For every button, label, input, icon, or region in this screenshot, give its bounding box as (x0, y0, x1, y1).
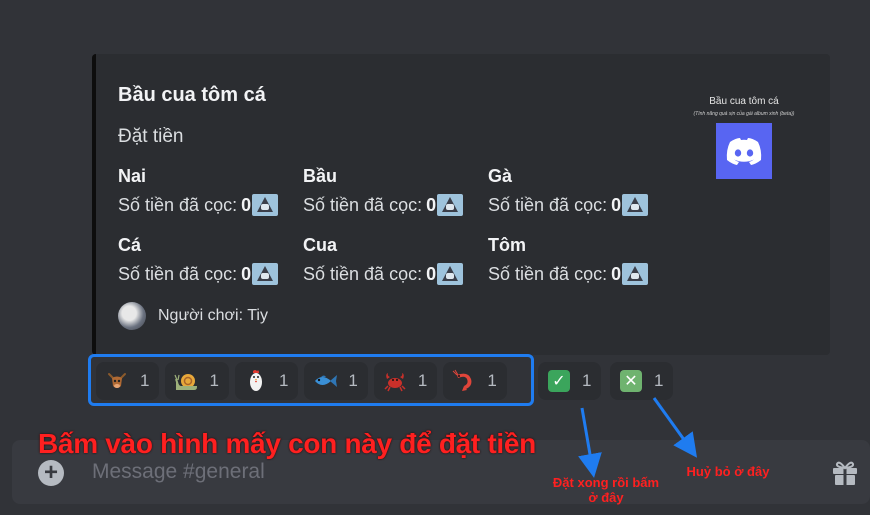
embed-thumbnail[interactable]: Bầu cua tôm cá (Tính năng quá xịn của gá… (688, 96, 800, 179)
field-amount: 0 (426, 194, 437, 215)
field-label: Số tiền đã cọc: (303, 194, 423, 215)
field-ga: Gà Số tiền đã cọc: 0 (488, 166, 678, 216)
reaction-count: 1 (417, 371, 428, 390)
thumbnail-subtitle: (Tính năng quá xịn của gái album xinh (b… (693, 111, 795, 117)
reaction-nai[interactable]: 1 (96, 362, 160, 400)
coin-icon (437, 194, 464, 216)
avatar[interactable] (118, 302, 146, 330)
field-name: Bầu (303, 166, 338, 186)
field-nai: Nai Số tiền đã cọc: 0 (118, 166, 308, 216)
field-bau: Bầu Số tiền đã cọc: 0 (303, 166, 493, 216)
reaction-count: 1 (654, 371, 664, 390)
reaction-count: 1 (487, 371, 497, 390)
gift-icon[interactable] (830, 457, 860, 487)
annotation-confirm-line2: ở đây (588, 490, 624, 505)
deer-icon (104, 368, 130, 394)
field-value: Số tiền đã cọc: 0 (118, 263, 308, 285)
embed-description: Đặt tiền (118, 126, 184, 147)
reaction-count: 1 (140, 371, 150, 390)
confirm-reaction[interactable]: ✓ 1 (538, 362, 602, 400)
crab-icon (382, 368, 408, 394)
reaction-ca[interactable]: 1 (304, 362, 368, 400)
annotation-confirm: Đặt xong rồi bấm ở đây (542, 475, 670, 505)
field-name: Cá (118, 235, 142, 255)
field-name: Gà (488, 166, 513, 186)
cross-icon: ✕ (618, 368, 644, 394)
check-icon: ✓ (546, 368, 572, 394)
embed-title: Bầu cua tôm cá (118, 84, 266, 106)
reaction-bar: 1 1 1 1 1 1 (96, 362, 507, 400)
discord-logo-icon (716, 123, 772, 179)
reaction-ga[interactable]: 1 (234, 362, 299, 400)
reaction-cua[interactable]: 1 (373, 362, 438, 400)
annotation-confirm-line1: Đặt xong rồi bấm (552, 475, 660, 490)
footer-text: Người chơi: Tiy (158, 307, 268, 324)
field-label: Số tiền đã cọc: (303, 263, 423, 284)
message-input[interactable]: Message #general (92, 460, 265, 484)
coin-icon (252, 194, 279, 216)
cancel-reaction[interactable]: ✕ 1 (610, 362, 674, 400)
fish-icon (312, 368, 338, 394)
add-attachment-button[interactable]: + (38, 460, 64, 486)
field-label: Số tiền đã cọc: (118, 194, 238, 215)
reaction-tom[interactable]: 1 (443, 362, 507, 400)
check-glyph: ✓ (548, 370, 570, 392)
coin-icon (252, 263, 279, 285)
field-amount: 0 (611, 194, 622, 215)
field-label: Số tiền đã cọc: (118, 263, 238, 284)
field-name: Nai (118, 166, 147, 186)
thumbnail-title: Bầu cua tôm cá (709, 96, 779, 107)
field-name: Tôm (488, 235, 526, 255)
field-label: Số tiền đã cọc: (488, 263, 608, 284)
rooster-icon (243, 368, 269, 394)
field-ca: Cá Số tiền đã cọc: 0 (118, 235, 308, 285)
annotation-cancel: Huỷ bỏ ở đây (686, 464, 770, 479)
reaction-count: 1 (348, 371, 358, 390)
coin-icon (622, 194, 649, 216)
field-value: Số tiền đã cọc: 0 (118, 194, 308, 216)
field-value: Số tiền đã cọc: 0 (303, 194, 493, 216)
reaction-count: 1 (209, 371, 219, 390)
field-value: Số tiền đã cọc: 0 (488, 263, 678, 285)
embed-color-bar (92, 54, 96, 355)
reaction-count: 1 (278, 371, 289, 390)
field-cua: Cua Số tiền đã cọc: 0 (303, 235, 493, 285)
annotation-main: Bấm vào hình mấy con này để đặt tiền (38, 428, 536, 459)
field-amount: 0 (426, 263, 437, 284)
field-value: Số tiền đã cọc: 0 (303, 263, 493, 285)
field-value: Số tiền đã cọc: 0 (488, 194, 678, 216)
field-tom: Tôm Số tiền đã cọc: 0 (488, 235, 678, 285)
coin-icon (622, 263, 649, 285)
field-name: Cua (303, 235, 338, 255)
shrimp-icon (451, 368, 477, 394)
cross-glyph: ✕ (620, 370, 642, 392)
field-amount: 0 (611, 263, 622, 284)
reaction-count: 1 (582, 371, 592, 390)
reaction-bau[interactable]: 1 (165, 362, 229, 400)
field-amount: 0 (241, 263, 252, 284)
field-label: Số tiền đã cọc: (488, 194, 608, 215)
embed-footer: Người chơi: Tiy (118, 302, 268, 330)
field-amount: 0 (241, 194, 252, 215)
snail-icon (173, 368, 199, 394)
game-embed: Bầu cua tôm cá Đặt tiền Nai Số tiền đã c… (92, 54, 830, 355)
coin-icon (437, 263, 464, 285)
